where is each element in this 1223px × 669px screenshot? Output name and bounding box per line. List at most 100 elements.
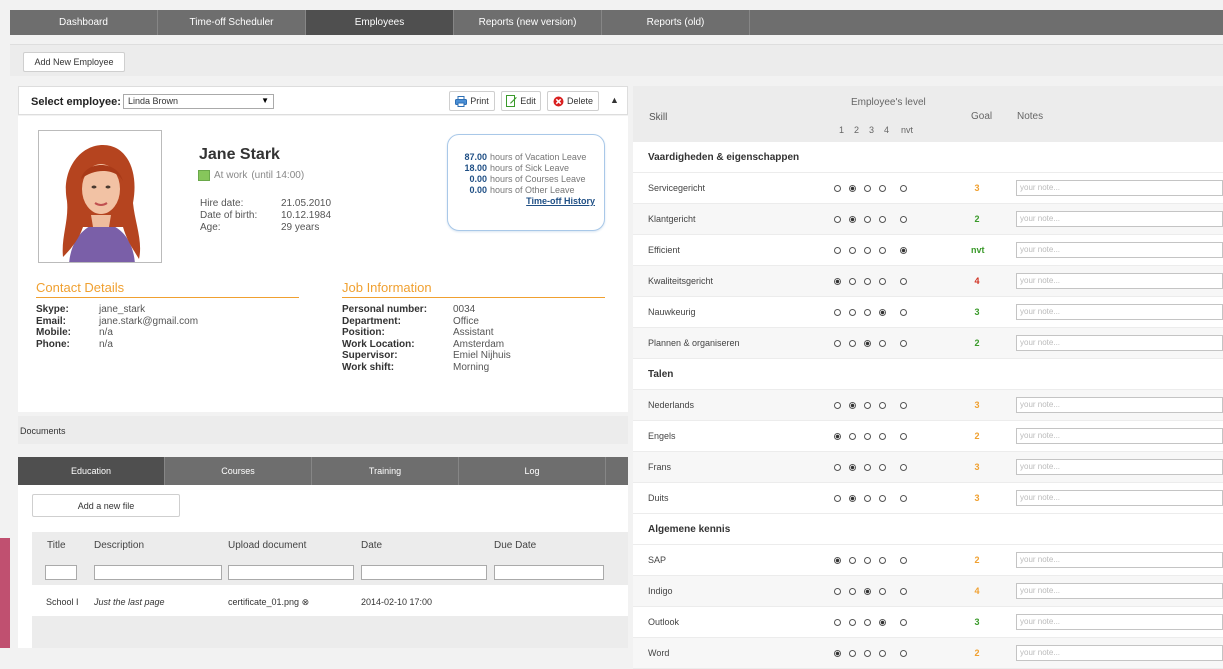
level-radio-4[interactable]: [875, 493, 890, 503]
level-radio-4[interactable]: [875, 214, 890, 224]
level-radio-3[interactable]: [860, 245, 875, 255]
level-radio-1[interactable]: [830, 555, 845, 565]
level-radio-2[interactable]: [845, 183, 860, 193]
level-radio-4[interactable]: [875, 555, 890, 565]
level-radio-1[interactable]: [830, 431, 845, 441]
nav-tab-reports-new[interactable]: Reports (new version): [454, 10, 602, 35]
nav-tab-dashboard[interactable]: Dashboard: [10, 10, 158, 35]
level-radio-nvt[interactable]: [890, 400, 916, 410]
level-radio-2[interactable]: [845, 617, 860, 627]
delete-button[interactable]: Delete: [547, 91, 599, 111]
level-radio-nvt[interactable]: [890, 183, 916, 193]
tab-training[interactable]: Training: [312, 457, 459, 485]
level-radio-1[interactable]: [830, 183, 845, 193]
note-input[interactable]: your note...: [1016, 459, 1223, 475]
level-radio-4[interactable]: [875, 276, 890, 286]
filter-description-input[interactable]: [94, 565, 222, 580]
level-radio-4[interactable]: [875, 307, 890, 317]
filter-date-input[interactable]: [361, 565, 487, 580]
nav-tab-employees[interactable]: Employees: [306, 10, 454, 35]
level-radio-2[interactable]: [845, 214, 860, 224]
filter-upload-input[interactable]: [228, 565, 354, 580]
level-radio-1[interactable]: [830, 462, 845, 472]
level-radio-3[interactable]: [860, 400, 875, 410]
print-button[interactable]: Print: [449, 91, 495, 111]
remove-file-icon[interactable]: ⊗: [302, 597, 310, 607]
level-radio-nvt[interactable]: [890, 493, 916, 503]
level-radio-2[interactable]: [845, 400, 860, 410]
level-radio-nvt[interactable]: [890, 431, 916, 441]
level-radio-1[interactable]: [830, 276, 845, 286]
add-new-employee-button[interactable]: Add New Employee: [23, 52, 125, 72]
nav-tab-time-off-scheduler[interactable]: Time-off Scheduler: [158, 10, 306, 35]
doc-upload-filename[interactable]: certificate_01.png: [228, 597, 299, 607]
note-input[interactable]: your note...: [1016, 645, 1223, 661]
level-radio-nvt[interactable]: [890, 276, 916, 286]
note-input[interactable]: your note...: [1016, 211, 1223, 227]
level-radio-2[interactable]: [845, 648, 860, 658]
level-radio-3[interactable]: [860, 586, 875, 596]
level-radio-4[interactable]: [875, 617, 890, 627]
filter-due-date-input[interactable]: [494, 565, 604, 580]
level-radio-4[interactable]: [875, 462, 890, 472]
level-radio-3[interactable]: [860, 648, 875, 658]
tab-courses[interactable]: Courses: [165, 457, 312, 485]
level-radio-3[interactable]: [860, 307, 875, 317]
level-radio-4[interactable]: [875, 183, 890, 193]
level-radio-4[interactable]: [875, 648, 890, 658]
level-radio-3[interactable]: [860, 276, 875, 286]
level-radio-4[interactable]: [875, 338, 890, 348]
level-radio-nvt[interactable]: [890, 462, 916, 472]
level-radio-3[interactable]: [860, 493, 875, 503]
level-radio-2[interactable]: [845, 338, 860, 348]
add-new-file-button[interactable]: Add a new file: [32, 494, 180, 517]
level-radio-2[interactable]: [845, 245, 860, 255]
edit-button[interactable]: Edit: [501, 91, 541, 111]
doc-upload[interactable]: certificate_01.png ⊗: [228, 597, 309, 608]
level-radio-nvt[interactable]: [890, 586, 916, 596]
level-radio-nvt[interactable]: [890, 648, 916, 658]
filter-title-input[interactable]: [45, 565, 77, 580]
note-input[interactable]: your note...: [1016, 583, 1223, 599]
level-radio-1[interactable]: [830, 400, 845, 410]
level-radio-1[interactable]: [830, 586, 845, 596]
level-radio-3[interactable]: [860, 555, 875, 565]
tab-log[interactable]: Log: [459, 457, 606, 485]
level-radio-1[interactable]: [830, 214, 845, 224]
note-input[interactable]: your note...: [1016, 428, 1223, 444]
level-radio-3[interactable]: [860, 183, 875, 193]
note-input[interactable]: your note...: [1016, 304, 1223, 320]
collapse-icon[interactable]: ▲: [610, 95, 619, 105]
level-radio-3[interactable]: [860, 617, 875, 627]
level-radio-4[interactable]: [875, 400, 890, 410]
level-radio-2[interactable]: [845, 431, 860, 441]
level-radio-3[interactable]: [860, 462, 875, 472]
tab-education[interactable]: Education: [18, 457, 165, 485]
level-radio-nvt[interactable]: [890, 307, 916, 317]
level-radio-4[interactable]: [875, 586, 890, 596]
level-radio-nvt[interactable]: [890, 617, 916, 627]
level-radio-1[interactable]: [830, 307, 845, 317]
note-input[interactable]: your note...: [1016, 490, 1223, 506]
level-radio-1[interactable]: [830, 338, 845, 348]
note-input[interactable]: your note...: [1016, 552, 1223, 568]
level-radio-2[interactable]: [845, 307, 860, 317]
level-radio-3[interactable]: [860, 214, 875, 224]
level-radio-1[interactable]: [830, 245, 845, 255]
note-input[interactable]: your note...: [1016, 335, 1223, 351]
level-radio-1[interactable]: [830, 648, 845, 658]
level-radio-2[interactable]: [845, 462, 860, 472]
nav-tab-reports-old[interactable]: Reports (old): [602, 10, 750, 35]
level-radio-3[interactable]: [860, 431, 875, 441]
level-radio-3[interactable]: [860, 338, 875, 348]
level-radio-2[interactable]: [845, 586, 860, 596]
note-input[interactable]: your note...: [1016, 180, 1223, 196]
level-radio-2[interactable]: [845, 276, 860, 286]
note-input[interactable]: your note...: [1016, 614, 1223, 630]
level-radio-2[interactable]: [845, 493, 860, 503]
level-radio-1[interactable]: [830, 493, 845, 503]
level-radio-1[interactable]: [830, 617, 845, 627]
time-off-history-link[interactable]: Time-off History: [526, 196, 595, 206]
note-input[interactable]: your note...: [1016, 242, 1223, 258]
level-radio-4[interactable]: [875, 431, 890, 441]
